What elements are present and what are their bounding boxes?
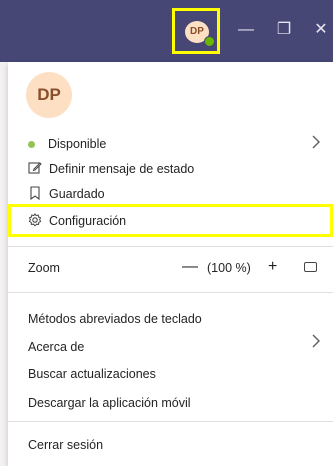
avatar: DP	[26, 72, 72, 118]
profile-avatar-button[interactable]: DP	[172, 8, 220, 54]
divider	[8, 421, 333, 422]
divider	[8, 246, 333, 247]
saved-label: Guardado	[49, 187, 105, 201]
chevron-right-icon	[311, 134, 321, 155]
presence-available-icon	[204, 36, 215, 47]
about-item[interactable]: Acerca de	[28, 340, 84, 354]
keyboard-shortcuts-item[interactable]: Métodos abreviados de teclado	[28, 312, 202, 326]
fit-to-screen-icon[interactable]	[304, 262, 317, 272]
sign-out-item[interactable]: Cerrar sesión	[28, 438, 103, 452]
zoom-out-button[interactable]: —	[182, 258, 198, 276]
zoom-value: (100 %)	[207, 261, 251, 275]
title-bar: DP — ❐ ✕	[0, 0, 333, 62]
chevron-right-icon	[311, 333, 321, 354]
set-status-message-label: Definir mensaje de estado	[49, 162, 195, 176]
bookmark-icon	[27, 185, 43, 203]
close-icon[interactable]: ✕	[311, 20, 331, 40]
set-status-message-item[interactable]: Definir mensaje de estado	[8, 156, 333, 182]
settings-highlight	[8, 204, 333, 237]
zoom-label: Zoom	[28, 261, 60, 275]
minimize-icon[interactable]: —	[236, 20, 256, 40]
download-mobile-app-item[interactable]: Descargar la aplicación móvil	[28, 396, 191, 410]
status-label: Disponible	[48, 137, 107, 151]
divider	[8, 292, 333, 293]
zoom-row: Zoom — (100 %) +	[8, 258, 333, 280]
status-available-icon	[28, 140, 35, 148]
zoom-in-button[interactable]: +	[268, 258, 277, 276]
maximize-icon[interactable]: ❐	[274, 20, 294, 40]
edit-status-icon	[27, 161, 43, 178]
profile-menu: DP Disponible Definir mensaje de estado …	[8, 62, 333, 466]
check-updates-item[interactable]: Buscar actualizaciones	[28, 367, 156, 381]
status-menu-item[interactable]: Disponible	[8, 131, 333, 157]
